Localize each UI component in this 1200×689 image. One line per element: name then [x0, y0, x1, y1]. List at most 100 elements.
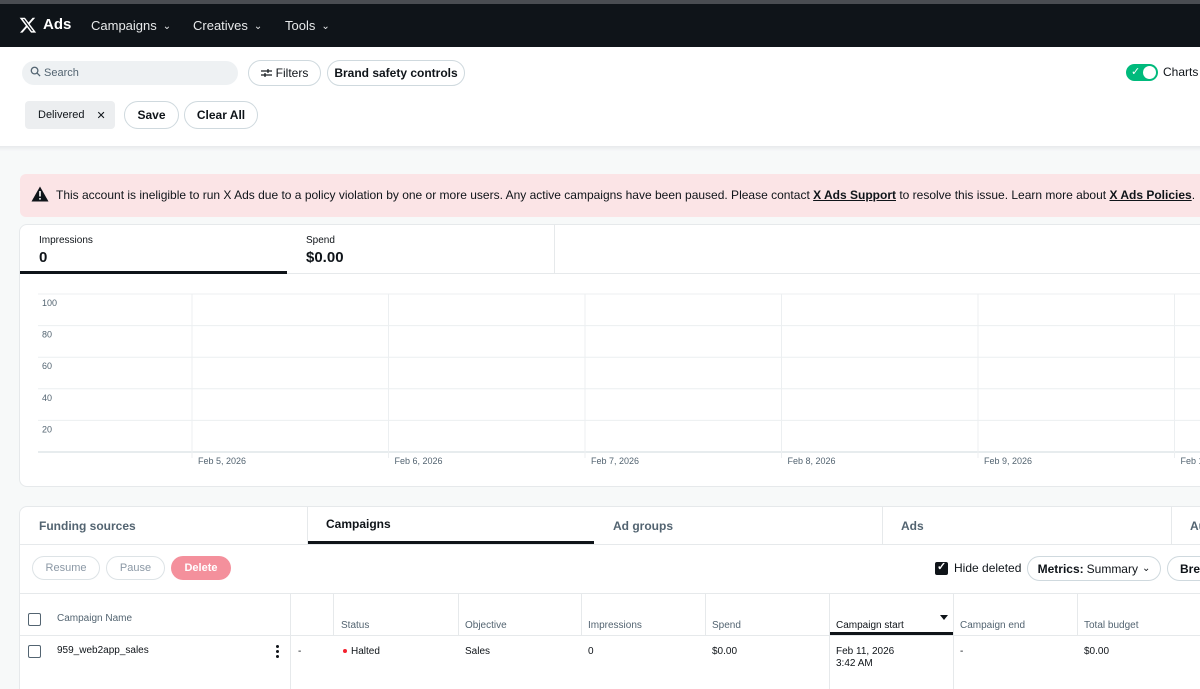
col-total-budget[interactable]: Total budget: [1084, 620, 1139, 631]
search-icon: [30, 66, 41, 77]
more-options-icon[interactable]: [276, 645, 279, 658]
column-separator: [953, 593, 954, 689]
sort-column-indicator: [830, 632, 953, 635]
metrics-dropdown[interactable]: Metrics: Summary ⌄: [1027, 556, 1161, 581]
nav-campaigns[interactable]: Campaigns ⌄: [91, 18, 171, 33]
metric-label: Impressions: [39, 235, 93, 246]
filter-chip-label: Delivered: [38, 109, 85, 121]
search-box: [22, 61, 238, 85]
tab-separator: [1171, 507, 1172, 544]
campaign-name-link[interactable]: 959_web2app_sales: [57, 645, 149, 656]
breakdown-dropdown[interactable]: Brea: [1167, 556, 1200, 581]
charts-toggle[interactable]: ✓: [1126, 64, 1158, 81]
tab-label: Campaigns: [326, 517, 391, 531]
tab-audiences[interactable]: Au: [1171, 507, 1200, 544]
save-button[interactable]: Save: [124, 101, 179, 129]
hide-deleted-label: Hide deleted: [954, 561, 1022, 575]
metrics-dropdown-value: Summary: [1086, 561, 1138, 576]
tab-label: Au: [1190, 518, 1200, 533]
filters-button[interactable]: Filters: [248, 60, 321, 86]
tab-label: Funding sources: [39, 518, 136, 533]
sort-desc-icon[interactable]: [940, 615, 948, 620]
x-logo-icon[interactable]: [19, 15, 37, 35]
brand-name[interactable]: Ads: [43, 16, 71, 33]
col-spend[interactable]: Spend: [712, 620, 741, 631]
ads-support-link[interactable]: X Ads Support: [813, 188, 896, 202]
select-all-checkbox[interactable]: [28, 613, 41, 626]
ads-policies-link[interactable]: X Ads Policies: [1109, 188, 1191, 202]
column-separator: [333, 593, 334, 635]
tab-ads[interactable]: Ads: [882, 507, 1171, 544]
table-card: Funding sources Campaigns Ad groups Ads …: [19, 506, 1200, 689]
status-dot: [343, 649, 347, 653]
y-tick-label: 40: [42, 393, 52, 403]
metric-impressions[interactable]: Impressions 0: [20, 225, 287, 274]
tab-funding-sources[interactable]: Funding sources: [20, 507, 307, 544]
x-tick-label: Feb 9, 2026: [984, 456, 1032, 466]
chevron-down-icon: ⌄: [253, 21, 263, 32]
hide-deleted-checkbox[interactable]: [935, 560, 948, 575]
alert-message: This account is ineligible to run X Ads …: [56, 188, 1195, 202]
nav-creatives[interactable]: Creatives ⌄: [193, 18, 262, 33]
resume-label: Resume: [45, 562, 87, 574]
row-checkbox[interactable]: [28, 645, 41, 658]
tab-label: Ad groups: [613, 518, 673, 533]
col-impressions[interactable]: Impressions: [588, 620, 642, 631]
tab-label: Ads: [901, 518, 924, 533]
tab-ad-groups[interactable]: Ad groups: [594, 507, 882, 544]
filters-label: Filters: [275, 66, 309, 80]
y-tick-label: 100: [42, 298, 57, 308]
metric-label: Spend: [306, 235, 335, 246]
header-divider: [0, 146, 1200, 151]
tabs-divider: [20, 544, 1200, 545]
policy-alert: This account is ineligible to run X Ads …: [20, 174, 1200, 217]
check-icon: ✓: [1131, 66, 1141, 78]
impressions-value: 0: [588, 646, 594, 657]
col-campaign-name[interactable]: Campaign Name: [57, 613, 132, 624]
x-tick-label: Feb 8, 2026: [788, 456, 836, 466]
close-icon[interactable]: ✕: [96, 109, 105, 122]
alert-text-1: This account is ineligible to run X Ads …: [56, 188, 814, 202]
metrics-divider: [555, 273, 1200, 274]
y-tick-label: 60: [42, 361, 52, 371]
save-label: Save: [137, 108, 166, 122]
pause-button[interactable]: Pause: [106, 556, 165, 580]
nav-tools[interactable]: Tools ⌄: [285, 18, 330, 33]
col-campaign-start[interactable]: Campaign start: [836, 620, 904, 631]
column-separator: [1077, 593, 1078, 635]
search-input[interactable]: [44, 64, 229, 82]
end-value: -: [960, 646, 964, 657]
chevron-down-icon: ⌄: [162, 21, 172, 32]
y-tick-label: 80: [42, 330, 52, 340]
nav-campaigns-label: Campaigns: [91, 18, 157, 33]
x-tick-label: Feb 5, 2026: [198, 456, 246, 466]
metric-spend[interactable]: Spend $0.00: [287, 225, 555, 274]
column-separator: [829, 593, 830, 689]
col-campaign-end[interactable]: Campaign end: [960, 620, 1025, 631]
clear-all-label: Clear All: [196, 108, 246, 122]
resume-button[interactable]: Resume: [32, 556, 100, 580]
col-status[interactable]: Status: [341, 620, 369, 631]
column-separator: [705, 593, 706, 635]
objective-value: Sales: [465, 646, 491, 657]
tab-campaigns[interactable]: Campaigns: [307, 507, 594, 544]
nav-tools-label: Tools: [285, 18, 316, 33]
row-dash: -: [298, 646, 302, 657]
top-nav: Ads Campaigns ⌄ Creatives ⌄ Tools ⌄: [0, 0, 1200, 47]
performance-chart: 100 80 60 40 20 Feb 5, 2026 Feb 6, 2026 Feb 7, …: [38, 293, 1200, 466]
column-separator: [290, 593, 291, 689]
alert-text-2: to resolve this issue. Learn more about: [896, 188, 1110, 202]
col-objective[interactable]: Objective: [465, 620, 507, 631]
budget-value: $0.00: [1084, 646, 1110, 657]
metrics-dropdown-prefix: Metrics:: [1037, 561, 1084, 576]
table-header-border: [19, 635, 1200, 636]
filter-chip-delivered[interactable]: Delivered ✕: [25, 101, 115, 129]
metric-value: $0.00: [306, 249, 344, 266]
tab-separator: [882, 507, 883, 544]
delete-button[interactable]: Delete: [171, 556, 231, 580]
spend-value: $0.00: [712, 646, 738, 657]
brand-safety-button[interactable]: Brand safety controls: [327, 60, 465, 86]
clear-all-button[interactable]: Clear All: [184, 101, 258, 129]
brand-safety-label: Brand safety controls: [334, 66, 458, 80]
chevron-down-icon: ⌄: [1141, 563, 1151, 574]
